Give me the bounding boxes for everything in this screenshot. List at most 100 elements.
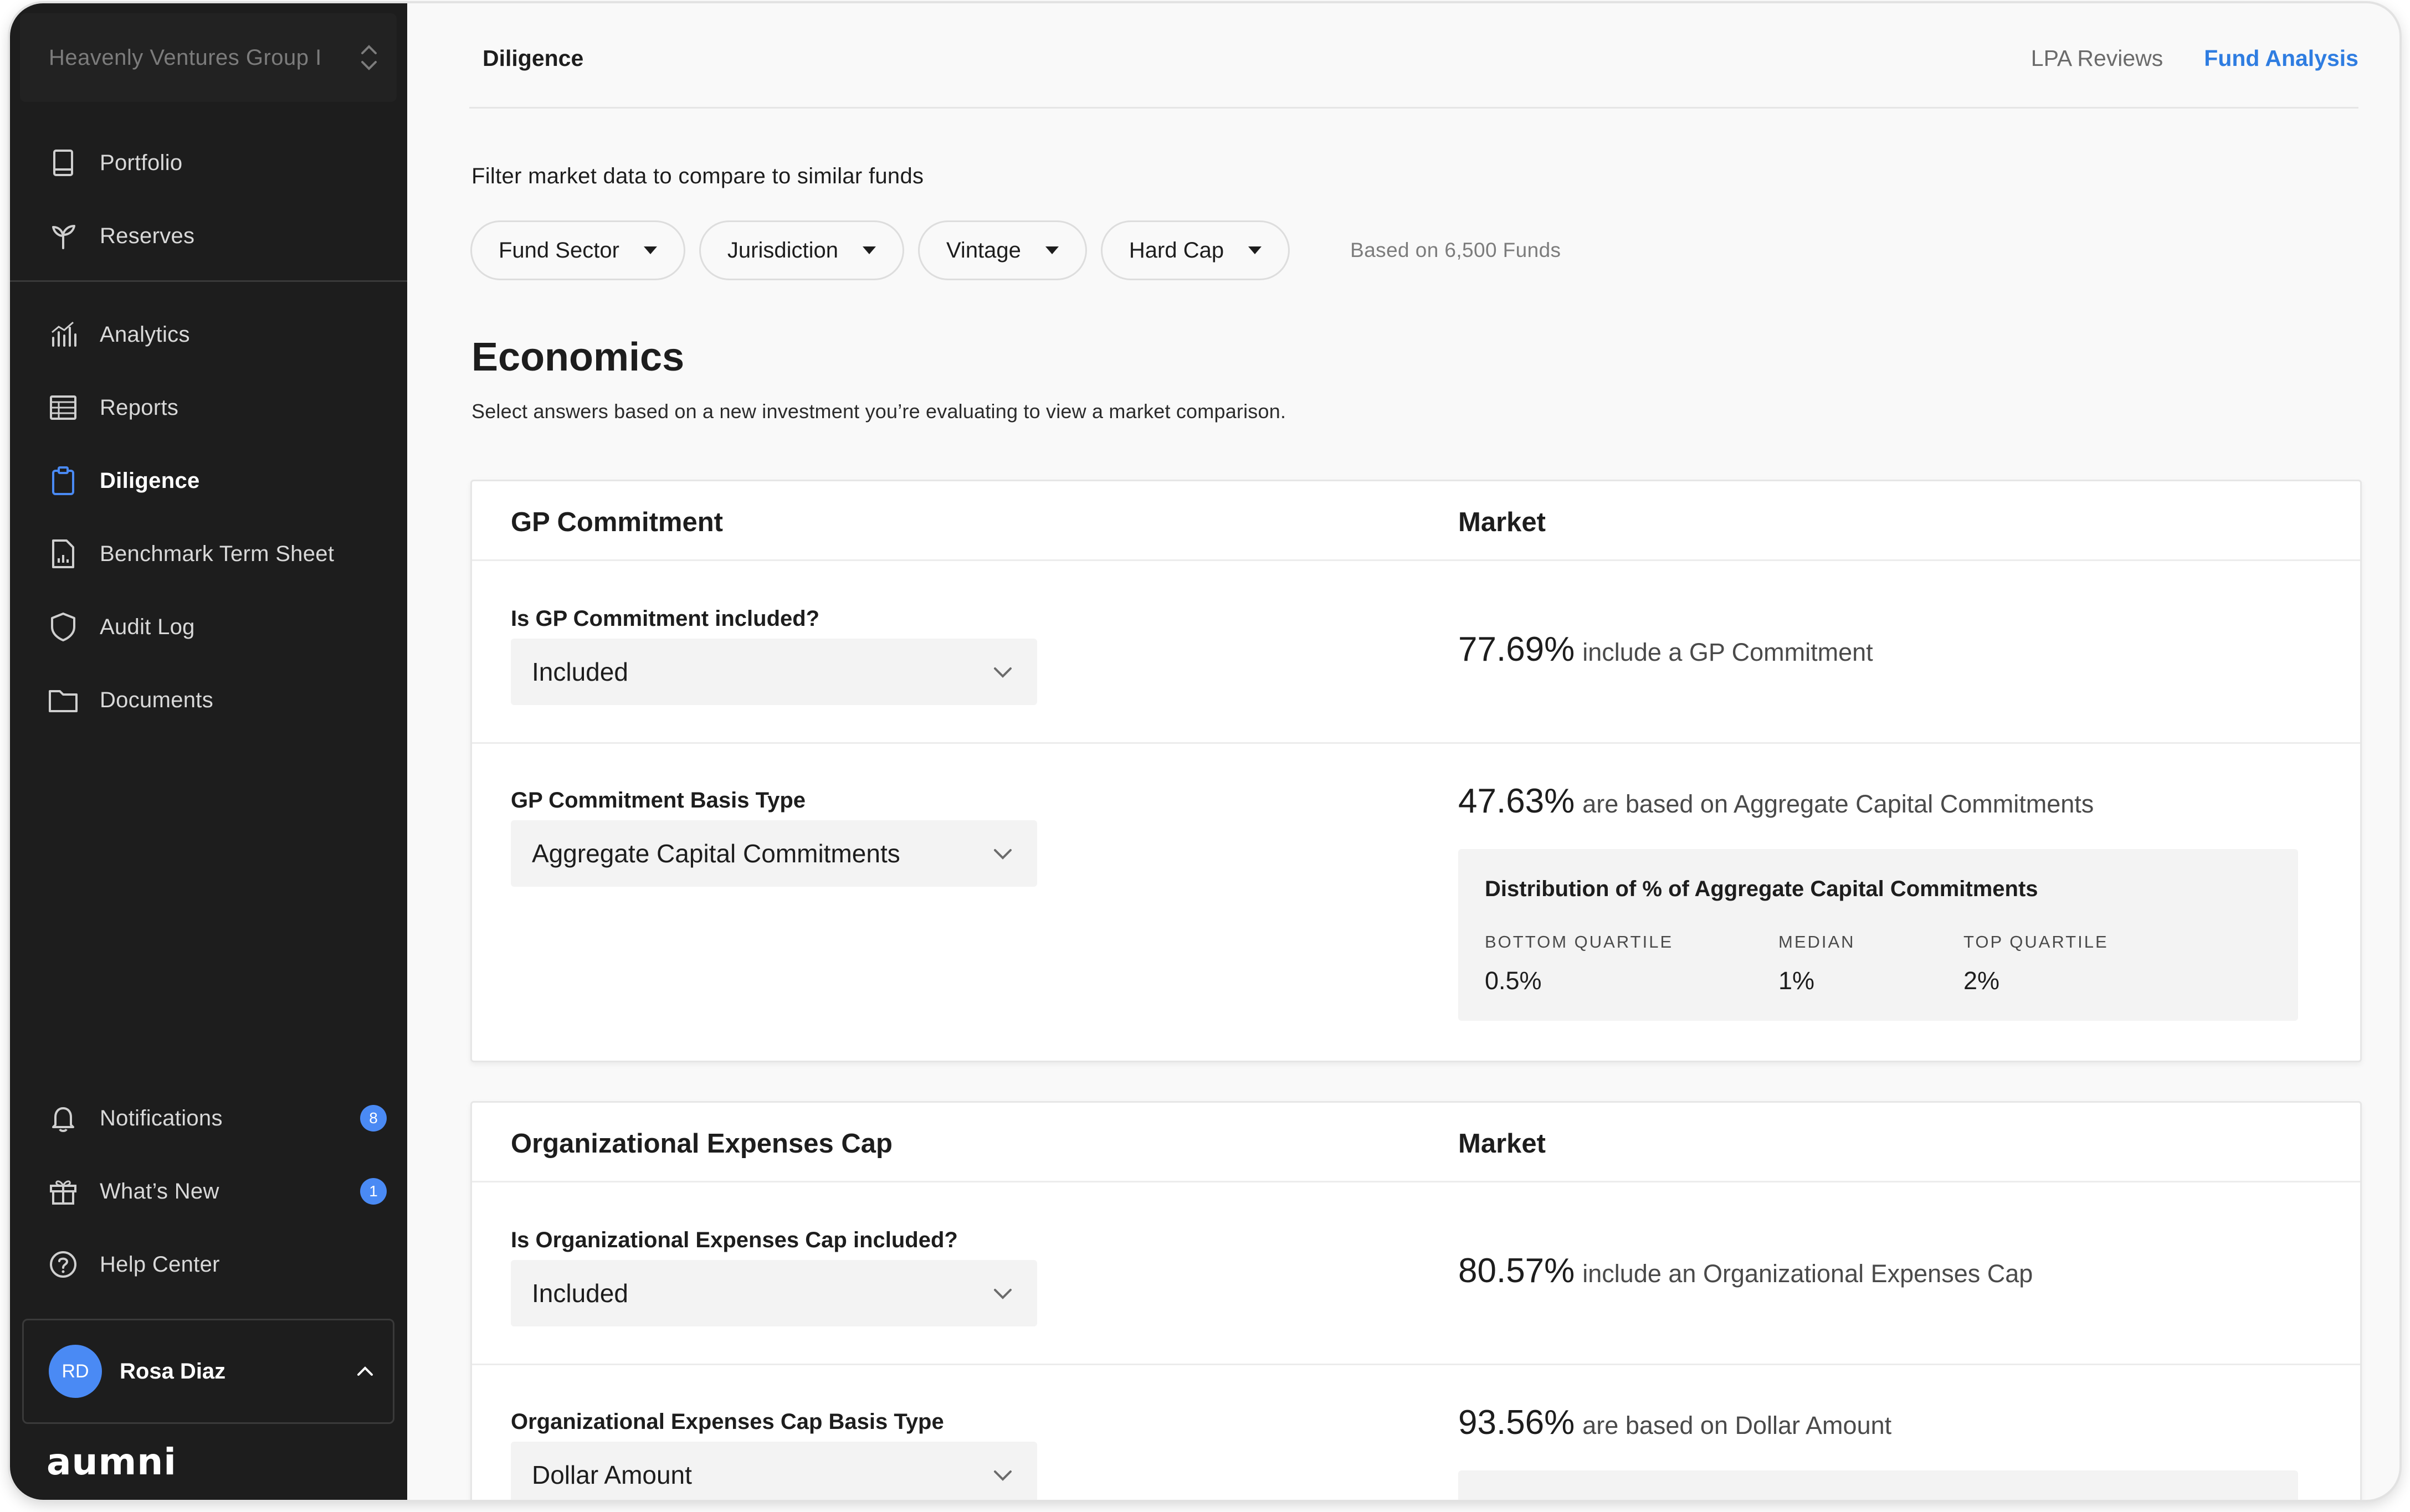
shield-icon [47,610,80,644]
sprout-icon [47,219,80,253]
sidebar-item-label: Reserves [100,223,195,248]
section-subtitle: Select answers based on a new investment… [471,400,1286,423]
sidebar-item-documents[interactable]: Documents [10,664,407,737]
bell-icon [47,1102,80,1135]
book-icon [47,146,80,179]
market-stat-description: are based on Aggregate Capital Commitmen… [1582,790,2094,818]
whats-new-count-badge: 1 [360,1178,387,1205]
sidebar-item-portfolio[interactable]: Portfolio [10,126,407,199]
gp-commitment-card: GP Commitment Market Is GP Commitment in… [470,480,2362,1062]
topbar: Diligence LPA Reviews Fund Analysis [469,3,2358,109]
clipboard-icon [47,464,80,497]
question-row: GP Commitment Basis Type Aggregate Capit… [472,744,2360,1061]
card-title: GP Commitment [511,507,723,537]
sidebar-item-notifications[interactable]: Notifications 8 [10,1082,407,1155]
card-title: Organizational Expenses Cap [511,1129,893,1159]
document-chart-icon [47,537,80,570]
user-name: Rosa Diaz [120,1359,226,1384]
org-expenses-cap-basis-select[interactable]: Dollar Amount [511,1442,1037,1500]
avatar: RD [49,1345,102,1398]
caret-down-icon [862,246,876,254]
market-stat-description: include an Organizational Expenses Cap [1582,1259,2033,1288]
filter-hard-cap[interactable]: Hard Cap [1100,220,1290,280]
tab-lpa-reviews[interactable]: LPA Reviews [2031,45,2163,71]
chevron-down-icon [994,1470,1012,1481]
stat-value: 2% [1963,966,2000,995]
breadcrumb: Diligence [483,45,584,71]
sidebar-item-benchmark-term-sheet[interactable]: Benchmark Term Sheet [10,517,407,590]
sidebar-item-whats-new[interactable]: What’s New 1 [10,1155,407,1228]
top-quartile: TOP QUARTILE 2% [1963,932,2109,995]
question-label: GP Commitment Basis Type [511,788,806,812]
question-label: Is GP Commitment included? [511,606,820,631]
market-stat-percent: 93.56% [1458,1403,1575,1442]
main-content: Diligence LPA Reviews Fund Analysis Filt… [407,3,2399,1500]
stat-label: TOP QUARTILE [1963,932,2109,952]
select-value: Dollar Amount [532,1460,692,1489]
filter-label: Fund Sector [499,238,619,263]
filter-title: Filter market data to compare to similar… [471,164,924,188]
gp-commitment-basis-select[interactable]: Aggregate Capital Commitments [511,820,1037,887]
org-switcher[interactable]: Heavenly Ventures Group I [20,13,397,102]
sidebar-item-label: What’s New [100,1179,219,1204]
filter-bar: Fund Sector Jurisdiction Vintage Hard Ca… [470,220,1561,280]
question-label: Is Organizational Expenses Cap included? [511,1228,958,1252]
gp-commitment-included-select[interactable]: Included [511,639,1037,705]
chevron-down-icon [994,1289,1012,1299]
nav-group-bottom: Notifications 8 What’s New 1 Help Center [10,1082,407,1301]
market-stat: 47.63% are based on Aggregate Capital Co… [1458,781,2094,821]
distribution-panel [1458,1470,2298,1500]
aumni-logo: aumni [47,1441,177,1483]
market-stat: 80.57% include an Organizational Expense… [1458,1251,2033,1290]
sidebar-item-reserves[interactable]: Reserves [10,199,407,272]
select-value: Included [532,1279,628,1308]
gift-icon [47,1175,80,1208]
caret-down-icon [643,246,657,254]
sidebar-item-label: Diligence [100,468,200,493]
sidebar-item-label: Help Center [100,1252,220,1277]
market-stat-description: include a GP Commitment [1582,638,1873,666]
stat-value: 1% [1778,966,1815,995]
market-column-header: Market [1458,507,1546,537]
user-menu[interactable]: RD Rosa Diaz [22,1319,394,1424]
sidebar-item-analytics[interactable]: Analytics [10,298,407,371]
filter-label: Hard Cap [1129,238,1224,263]
sidebar-item-diligence[interactable]: Diligence [10,444,407,517]
top-nav: LPA Reviews Fund Analysis [2031,45,2358,71]
org-name: Heavenly Ventures Group I [49,45,322,70]
card-header: Organizational Expenses Cap Market [472,1103,2360,1182]
chevron-down-icon [994,849,1012,860]
question-row: Organizational Expenses Cap Basis Type D… [472,1365,2360,1500]
chevron-up-down-icon [361,45,377,70]
market-column-header: Market [1458,1129,1546,1159]
section-title: Economics [471,335,685,379]
sidebar-item-label: Portfolio [100,150,183,175]
sidebar-item-audit-log[interactable]: Audit Log [10,590,407,664]
median: MEDIAN 1% [1778,932,1855,995]
sidebar-item-help-center[interactable]: Help Center [10,1228,407,1301]
filter-fund-sector[interactable]: Fund Sector [470,220,685,280]
select-value: Aggregate Capital Commitments [532,839,900,868]
market-stat: 77.69% include a GP Commitment [1458,630,1873,669]
filter-vintage[interactable]: Vintage [917,220,1087,280]
market-stat-percent: 80.57% [1458,1252,1575,1290]
question-row: Is Organizational Expenses Cap included?… [472,1182,2360,1365]
folder-icon [47,683,80,717]
table-icon [47,391,80,424]
org-expenses-cap-included-select[interactable]: Included [511,1260,1037,1326]
filter-jurisdiction[interactable]: Jurisdiction [699,220,904,280]
filter-label: Vintage [946,238,1021,263]
question-row: Is GP Commitment included? Included 77.6… [472,561,2360,744]
market-stat-description: are based on Dollar Amount [1582,1411,1892,1439]
sidebar-item-reports[interactable]: Reports [10,371,407,444]
filter-label: Jurisdiction [727,238,838,263]
caret-down-icon [1045,246,1059,254]
market-stat: 93.56% are based on Dollar Amount [1458,1403,1891,1442]
tab-fund-analysis[interactable]: Fund Analysis [2204,45,2358,71]
card-header: GP Commitment Market [472,481,2360,561]
sidebar-item-label: Notifications [100,1105,223,1130]
market-stat-percent: 47.63% [1458,782,1575,820]
nav-group-secondary: Analytics Reports Diligence Benchmark Te… [10,298,407,737]
bottom-quartile: BOTTOM QUARTILE 0.5% [1485,932,1673,995]
distribution-panel: Distribution of % of Aggregate Capital C… [1458,849,2298,1021]
